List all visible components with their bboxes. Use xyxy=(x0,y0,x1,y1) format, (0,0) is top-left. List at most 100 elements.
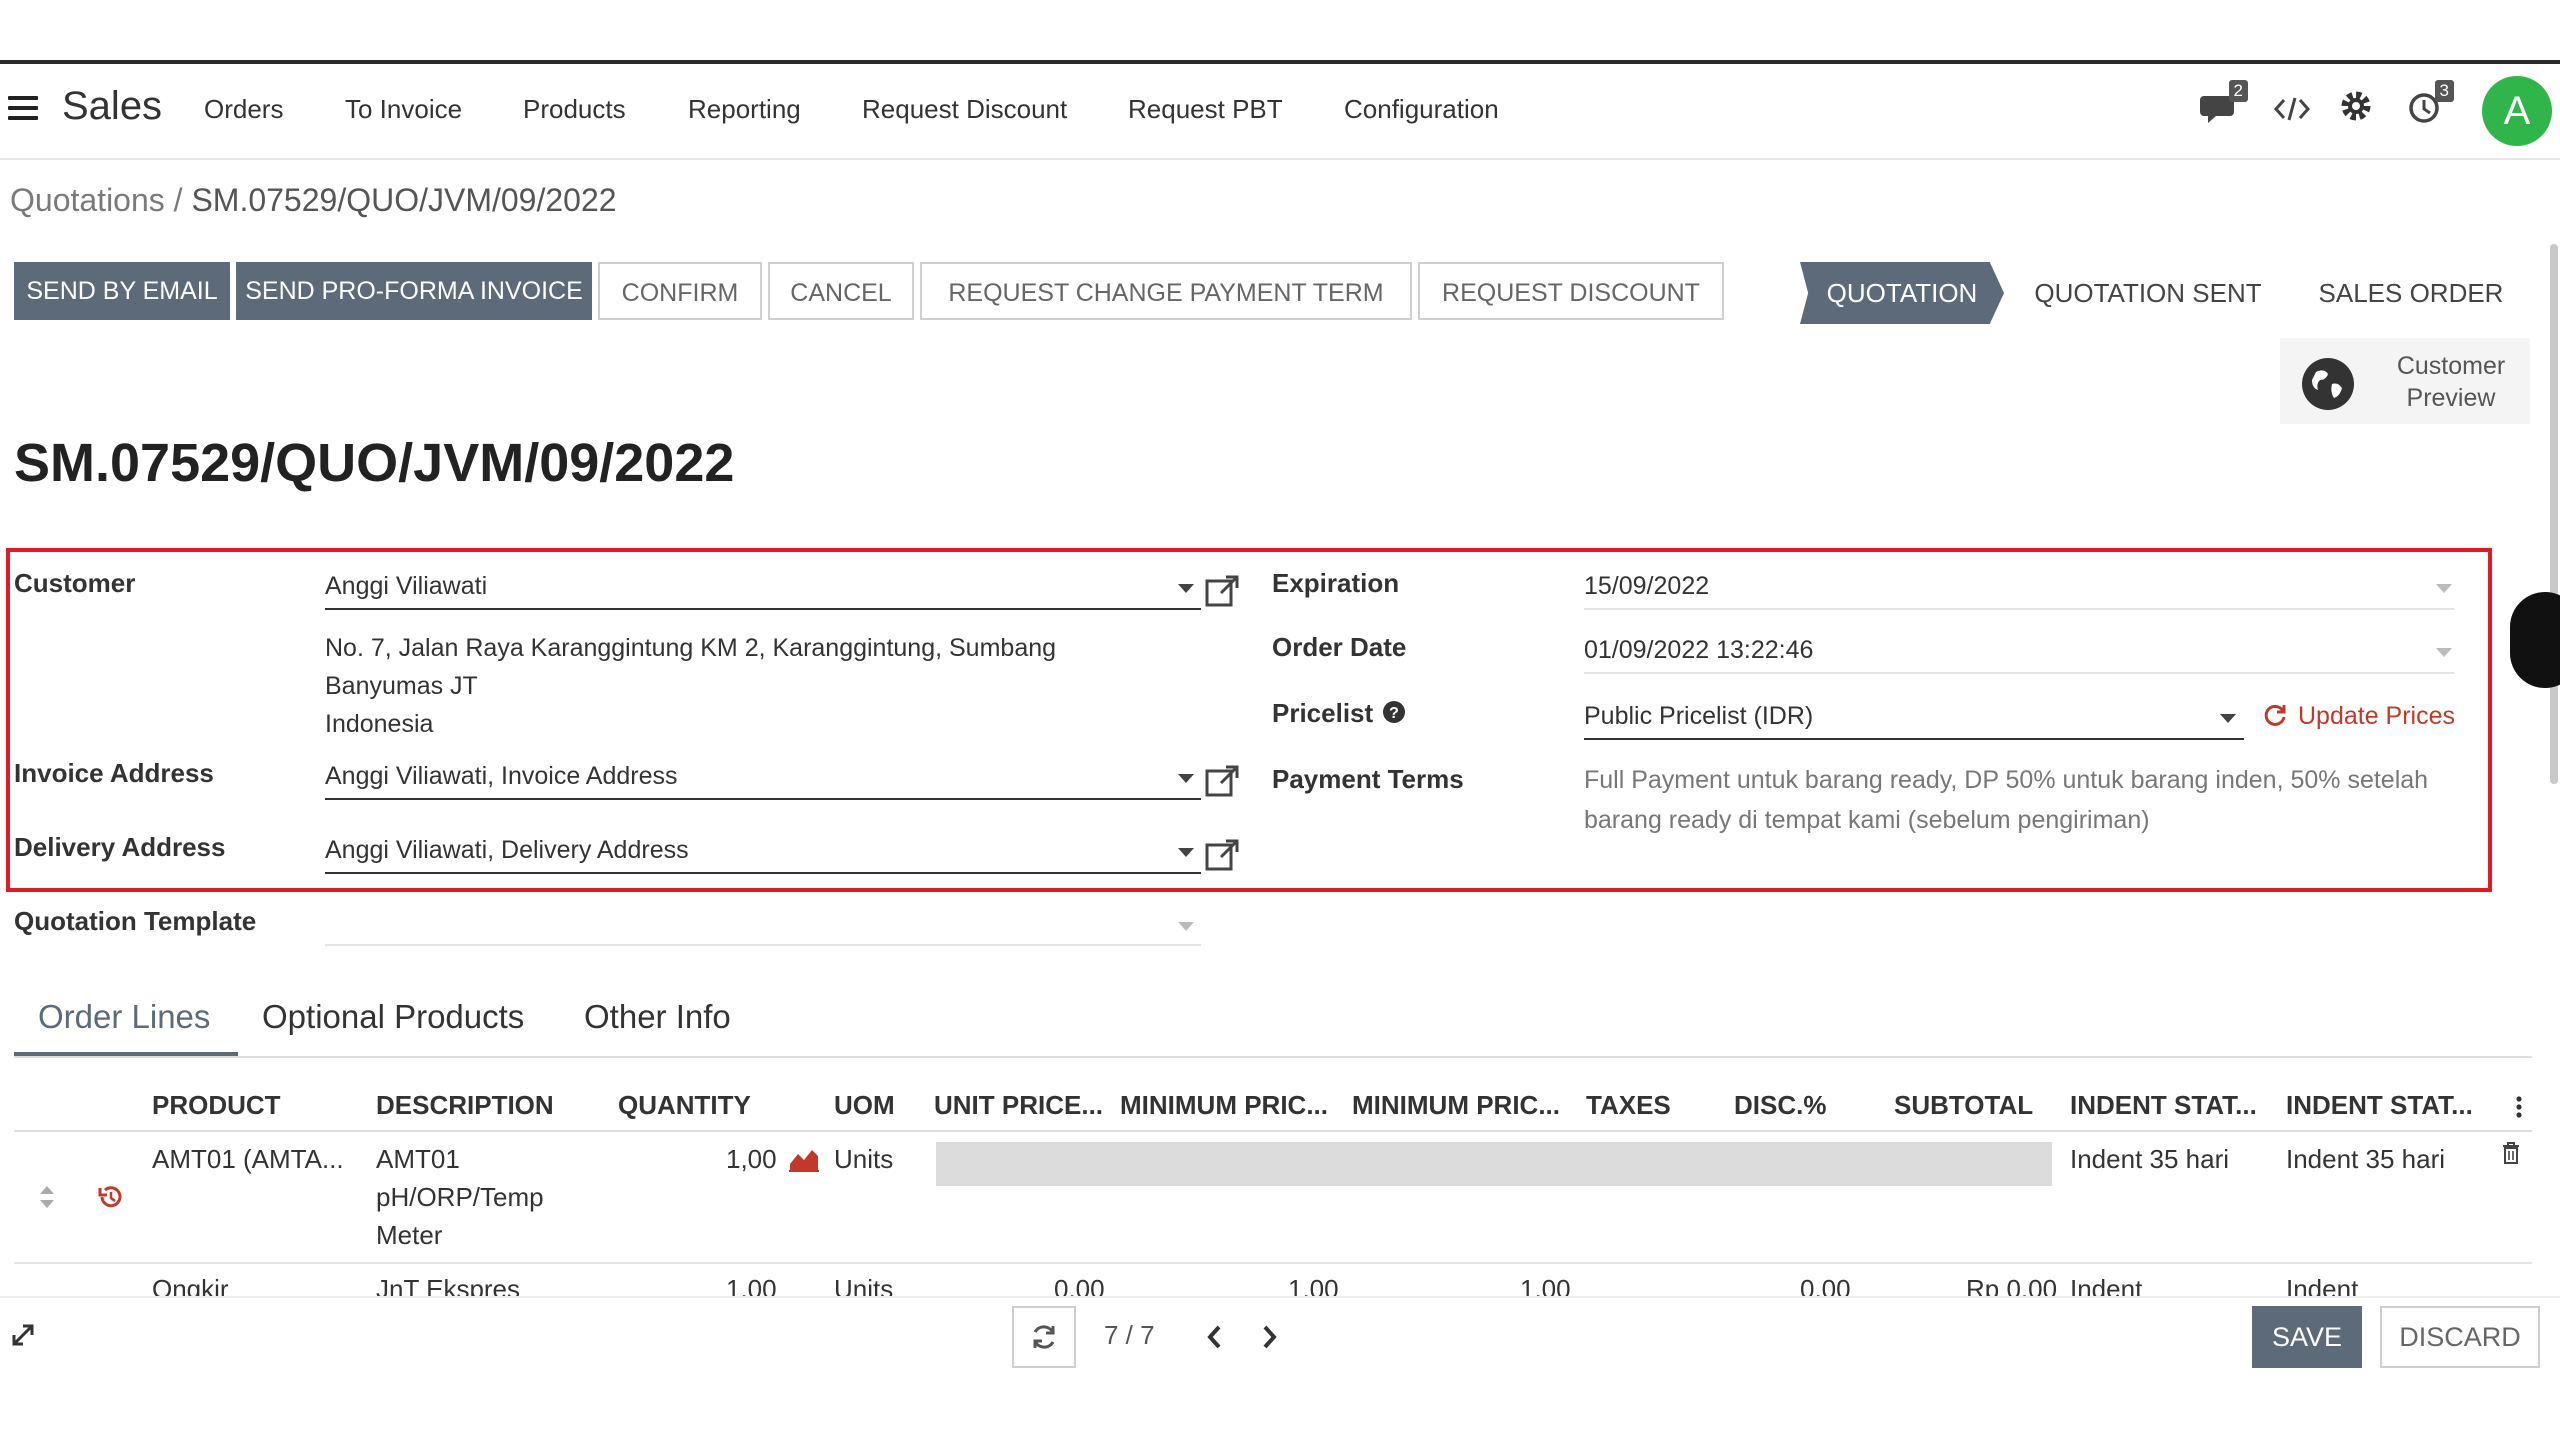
next-record-icon[interactable] xyxy=(1256,1322,1282,1352)
customer-preview-label: Customer Preview xyxy=(2396,352,2506,412)
request-discount-button[interactable]: REQUEST DISCOUNT xyxy=(1418,262,1724,320)
code-icon[interactable] xyxy=(2272,92,2314,134)
payment-terms-line2[interactable]: barang ready di tempat kami (sebelum pen… xyxy=(1584,806,2150,835)
app-name[interactable]: Sales xyxy=(62,84,162,129)
confirm-button[interactable]: CONFIRM xyxy=(598,262,762,320)
col-indent-status-2[interactable]: INDENT STAT... xyxy=(2286,1090,2473,1121)
gear-icon[interactable] xyxy=(2338,88,2380,130)
customer-address-line2: Banyumas JT xyxy=(325,672,478,700)
invoice-address-label: Invoice Address xyxy=(14,758,214,788)
delivery-address-label: Delivery Address xyxy=(14,832,226,862)
messages-icon[interactable]: 2 xyxy=(2200,80,2248,130)
customer-address-line3: Indonesia xyxy=(325,710,434,738)
menu-request-discount[interactable]: Request Discount xyxy=(862,94,1067,125)
menu-reporting[interactable]: Reporting xyxy=(688,94,801,125)
col-minimum-price-1[interactable]: MINIMUM PRIC... xyxy=(1120,1090,1328,1121)
row1-product[interactable]: AMT01 (AMTA... xyxy=(152,1144,344,1175)
column-options-icon[interactable] xyxy=(2514,1094,2524,1120)
status-quotation-sent[interactable]: QUOTATION SENT xyxy=(2016,262,2280,324)
forecast-chart-icon[interactable] xyxy=(788,1146,820,1172)
scrollbar[interactable] xyxy=(2550,244,2558,784)
activities-icon[interactable]: 3 xyxy=(2406,80,2454,130)
row1-indent-status-2[interactable]: Indent 35 hari xyxy=(2286,1144,2445,1175)
col-uom[interactable]: UOM xyxy=(834,1090,895,1121)
refresh-icon[interactable] xyxy=(2262,702,2290,730)
activities-badge: 3 xyxy=(2434,80,2454,102)
delivery-address-field[interactable]: Anggi Viliawati, Delivery Address xyxy=(325,836,689,865)
tab-optional-products[interactable]: Optional Products xyxy=(262,998,524,1036)
breadcrumb-quotations[interactable]: Quotations xyxy=(10,182,165,218)
tab-order-lines[interactable]: Order Lines xyxy=(38,998,210,1036)
tab-border xyxy=(14,1056,2532,1058)
expiration-field[interactable]: 15/09/2022 xyxy=(1584,572,1709,601)
payment-terms-line1[interactable]: Full Payment untuk barang ready, DP 50% … xyxy=(1584,766,2428,795)
customer-field-underline xyxy=(325,608,1201,610)
col-taxes[interactable]: TAXES xyxy=(1586,1090,1671,1121)
history-icon[interactable] xyxy=(96,1182,126,1212)
table-header-border xyxy=(14,1130,2532,1132)
row1-description-line3[interactable]: Meter xyxy=(376,1220,442,1251)
order-date-underline xyxy=(1584,672,2454,674)
order-date-dropdown-icon[interactable] xyxy=(2436,648,2452,657)
pager-value[interactable]: 7 / 7 xyxy=(1104,1320,1155,1351)
chat-bubble-icon[interactable] xyxy=(2510,592,2560,688)
help-icon[interactable]: ? xyxy=(1382,700,1406,724)
previous-record-icon[interactable] xyxy=(1202,1322,1228,1352)
col-indent-status-1[interactable]: INDENT STAT... xyxy=(2070,1090,2257,1121)
customer-preview-button[interactable]: Customer Preview xyxy=(2280,338,2530,424)
quotation-template-dropdown-icon[interactable] xyxy=(1178,922,1194,931)
col-minimum-price-2[interactable]: MINIMUM PRIC... xyxy=(1352,1090,1560,1121)
invoice-address-dropdown-icon[interactable] xyxy=(1178,774,1194,783)
row1-uom[interactable]: Units xyxy=(834,1144,893,1175)
status-quotation[interactable]: QUOTATION xyxy=(1800,262,2004,324)
navbar: Sales Orders To Invoice Products Reporti… xyxy=(0,64,2560,160)
update-prices-button[interactable]: Update Prices xyxy=(2298,702,2455,731)
col-unit-price[interactable]: UNIT PRICE... xyxy=(934,1090,1103,1121)
menu-request-pbt[interactable]: Request PBT xyxy=(1128,94,1283,125)
menu-orders[interactable]: Orders xyxy=(204,94,283,125)
menu-configuration[interactable]: Configuration xyxy=(1344,94,1499,125)
send-proforma-invoice-button[interactable]: SEND PRO-FORMA INVOICE xyxy=(236,262,592,320)
cancel-button[interactable]: CANCEL xyxy=(768,262,914,320)
pricelist-label: Pricelist xyxy=(1272,698,1374,728)
customer-external-link-icon[interactable] xyxy=(1204,572,1242,610)
row1-indent-status-1[interactable]: Indent 35 hari xyxy=(2070,1144,2229,1175)
row1-description-line2[interactable]: pH/ORP/Temp xyxy=(376,1182,544,1213)
pricelist-dropdown-icon[interactable] xyxy=(2220,714,2236,723)
row1-description-line1[interactable]: AMT01 xyxy=(376,1144,460,1175)
delivery-address-dropdown-icon[interactable] xyxy=(1178,848,1194,857)
pricelist-field[interactable]: Public Pricelist (IDR) xyxy=(1584,702,1813,731)
menu-products[interactable]: Products xyxy=(523,94,626,125)
order-date-field[interactable]: 01/09/2022 13:22:46 xyxy=(1584,636,1813,665)
menu-toggle-icon[interactable] xyxy=(8,96,38,120)
menu-to-invoice[interactable]: To Invoice xyxy=(345,94,462,125)
invoice-address-external-link-icon[interactable] xyxy=(1204,762,1242,800)
expand-icon[interactable] xyxy=(10,1322,36,1348)
col-product[interactable]: PRODUCT xyxy=(152,1090,281,1121)
send-by-email-button[interactable]: SEND BY EMAIL xyxy=(14,262,230,320)
row1-quantity[interactable]: 1,00 xyxy=(726,1144,777,1175)
drag-handle-icon[interactable] xyxy=(36,1184,58,1210)
col-description[interactable]: DESCRIPTION xyxy=(376,1090,554,1121)
col-subtotal[interactable]: SUBTOTAL xyxy=(1894,1090,2033,1121)
col-discount[interactable]: DISC.% xyxy=(1734,1090,1826,1121)
row1-delete-icon[interactable] xyxy=(2500,1140,2522,1166)
request-change-payment-term-button[interactable]: REQUEST CHANGE PAYMENT TERM xyxy=(920,262,1412,320)
customer-field[interactable]: Anggi Viliawati xyxy=(325,572,487,601)
discard-button[interactable]: DISCARD xyxy=(2380,1306,2540,1368)
quotation-template-field[interactable] xyxy=(325,944,1201,946)
breadcrumb: Quotations / SM.07529/QUO/JVM/09/2022 xyxy=(10,182,617,219)
customer-dropdown-icon[interactable] xyxy=(1178,584,1194,593)
reload-button[interactable] xyxy=(1012,1306,1076,1368)
col-quantity[interactable]: QUANTITY xyxy=(618,1090,751,1121)
user-avatar[interactable]: A xyxy=(2482,76,2552,146)
messages-badge: 2 xyxy=(2228,80,2248,102)
pricelist-underline xyxy=(1584,738,2244,740)
delivery-address-external-link-icon[interactable] xyxy=(1204,836,1242,874)
save-button[interactable]: SAVE xyxy=(2252,1306,2362,1368)
tab-other-info[interactable]: Other Info xyxy=(584,998,731,1036)
expiration-dropdown-icon[interactable] xyxy=(2436,584,2452,593)
invoice-address-underline xyxy=(325,798,1201,800)
status-sales-order[interactable]: SALES ORDER xyxy=(2290,262,2532,324)
invoice-address-field[interactable]: Anggi Viliawati, Invoice Address xyxy=(325,762,678,791)
